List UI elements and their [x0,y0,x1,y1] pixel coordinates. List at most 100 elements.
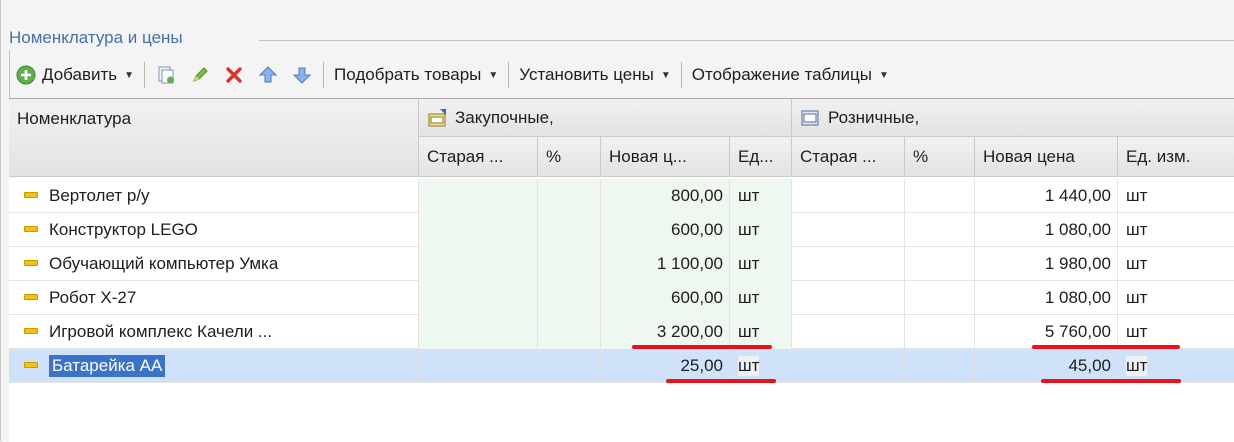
edit-button[interactable] [183,60,217,90]
add-button[interactable]: Добавить ▼ [9,60,140,90]
toolbar: Добавить ▼ Подобрать товары ▼ Установить… [9,58,1234,92]
column-header-retail-unit[interactable]: Ед. изм. [1118,137,1234,177]
column-header-retail-old[interactable]: Старая ... [792,137,905,177]
item-marker-icon [24,328,38,334]
nomenclature-cell[interactable]: Игровой комплекс Качели ... [9,315,419,349]
move-up-icon [257,64,279,86]
column-header-purchase-old[interactable]: Старая ... [419,137,538,177]
purchase-percent-cell[interactable] [538,281,601,315]
purchase-unit-cell[interactable]: шт [730,315,792,349]
nomenclature-cell[interactable]: Робот Х-27 [9,281,419,315]
purchase-new-price-cell[interactable]: 1 100,00 [601,247,730,281]
retail-old-cell[interactable] [792,179,905,213]
purchase-old-cell[interactable] [419,247,538,281]
cell-value: шт [738,186,760,205]
purchase-new-price-cell[interactable]: 800,00 [601,179,730,213]
table-row[interactable]: Батарейка АА 25,00 шт 45,00 шт [9,349,1234,383]
move-up-button[interactable] [251,60,285,90]
purchase-percent-cell[interactable] [538,179,601,213]
purchase-percent-cell[interactable] [538,349,601,383]
column-group-retail[interactable]: Розничные, [792,99,1234,137]
column-header-name-label: Номенклатура [17,109,132,128]
retail-unit-cell[interactable]: шт [1118,315,1234,349]
retail-old-cell[interactable] [792,281,905,315]
retail-percent-cell[interactable] [905,315,975,349]
column-header-purchase-percent[interactable]: % [538,137,601,177]
column-group-retail-label: Розничные, [828,107,920,127]
edit-pencil-icon [189,64,211,86]
retail-new-price-cell[interactable]: 1 980,00 [975,247,1118,281]
retail-new-price-cell[interactable]: 1 080,00 [975,213,1118,247]
retail-new-price-cell[interactable]: 5 760,00 [975,315,1118,349]
purchase-old-cell[interactable] [419,179,538,213]
retail-percent-cell[interactable] [905,179,975,213]
price-table[interactable]: Номенклатура Закупочные, Розничные, Стар… [9,98,1234,442]
purchase-new-price-cell[interactable]: 3 200,00 [601,315,730,349]
retail-new-price-cell[interactable]: 45,00 [975,349,1118,383]
purchase-unit-cell[interactable]: шт [730,213,792,247]
retail-unit-cell[interactable]: шт [1118,281,1234,315]
nomenclature-cell[interactable]: Вертолет р/у [9,179,419,213]
cell-value: 1 440,00 [1044,186,1111,205]
purchase-unit-cell[interactable]: шт [730,349,792,383]
toolbar-separator [323,62,325,88]
purchase-new-price-cell[interactable]: 25,00 [601,349,730,383]
retail-percent-cell[interactable] [905,213,975,247]
retail-old-cell[interactable] [792,349,905,383]
copy-button[interactable] [149,60,183,90]
nomenclature-cell[interactable]: Батарейка АА [9,349,419,383]
purchase-new-price-cell[interactable]: 600,00 [601,213,730,247]
retail-old-cell[interactable] [792,315,905,349]
nomenclature-cell[interactable]: Конструктор LEGO [9,213,419,247]
cell-value: шт [1126,254,1148,273]
cell-value: 1 080,00 [1044,288,1111,307]
delete-button[interactable] [217,60,251,90]
nomenclature-cell[interactable]: Обучающий компьютер Умка [9,247,419,281]
group-title-text: Номенклатура и цены [9,28,183,47]
retail-unit-cell[interactable]: шт [1118,179,1234,213]
purchase-percent-cell[interactable] [538,315,601,349]
purchase-percent-cell[interactable] [538,247,601,281]
column-header-retail-percent[interactable]: % [905,137,975,177]
chevron-down-icon: ▼ [660,69,671,81]
move-down-button[interactable] [285,60,319,90]
table-row[interactable]: Игровой комплекс Качели ... 3 200,00 шт 5 7… [9,315,1234,349]
retail-old-cell[interactable] [792,213,905,247]
purchase-new-price-cell[interactable]: 600,00 [601,281,730,315]
table-row[interactable]: Конструктор LEGO 600,00 шт 1 080,00 шт [9,213,1234,247]
purchase-old-cell[interactable] [419,349,538,383]
column-header-retail-new[interactable]: Новая цена [975,137,1118,177]
column-header-purchase-unit[interactable]: Ед... [730,137,792,177]
cell-value: шт [738,288,760,307]
set-prices-button[interactable]: Установить цены ▼ [513,60,676,90]
column-group-purchase[interactable]: Закупочные, [419,99,792,137]
pick-goods-button[interactable]: Подобрать товары ▼ [328,60,504,90]
window-frame: Номенклатура и цены Добавить ▼ Подобрать… [0,0,1234,442]
purchase-old-cell[interactable] [419,281,538,315]
table-view-button[interactable]: Отображение таблицы ▼ [686,60,895,90]
retail-unit-cell[interactable]: шт [1118,213,1234,247]
cell-value: шт [1126,356,1148,376]
nomenclature-name: Батарейка АА [49,355,166,377]
retail-new-price-cell[interactable]: 1 440,00 [975,179,1118,213]
nomenclature-name: Робот Х-27 [49,288,137,307]
column-header-name[interactable]: Номенклатура [9,99,419,177]
retail-percent-cell[interactable] [905,247,975,281]
column-header-purchase-new[interactable]: Новая ц... [601,137,730,177]
purchase-percent-cell[interactable] [538,213,601,247]
retail-old-cell[interactable] [792,247,905,281]
table-row[interactable]: Вертолет р/у 800,00 шт 1 440,00 шт [9,179,1234,213]
purchase-unit-cell[interactable]: шт [730,179,792,213]
highlight-underline [1041,379,1181,383]
table-row[interactable]: Робот Х-27 600,00 шт 1 080,00 шт [9,281,1234,315]
purchase-old-cell[interactable] [419,315,538,349]
retail-percent-cell[interactable] [905,349,975,383]
purchase-unit-cell[interactable]: шт [730,247,792,281]
retail-percent-cell[interactable] [905,281,975,315]
purchase-old-cell[interactable] [419,213,538,247]
purchase-unit-cell[interactable]: шт [730,281,792,315]
retail-new-price-cell[interactable]: 1 080,00 [975,281,1118,315]
retail-unit-cell[interactable]: шт [1118,247,1234,281]
retail-unit-cell[interactable]: шт [1118,349,1234,383]
table-row[interactable]: Обучающий компьютер Умка 1 100,00 шт 1 980,… [9,247,1234,281]
